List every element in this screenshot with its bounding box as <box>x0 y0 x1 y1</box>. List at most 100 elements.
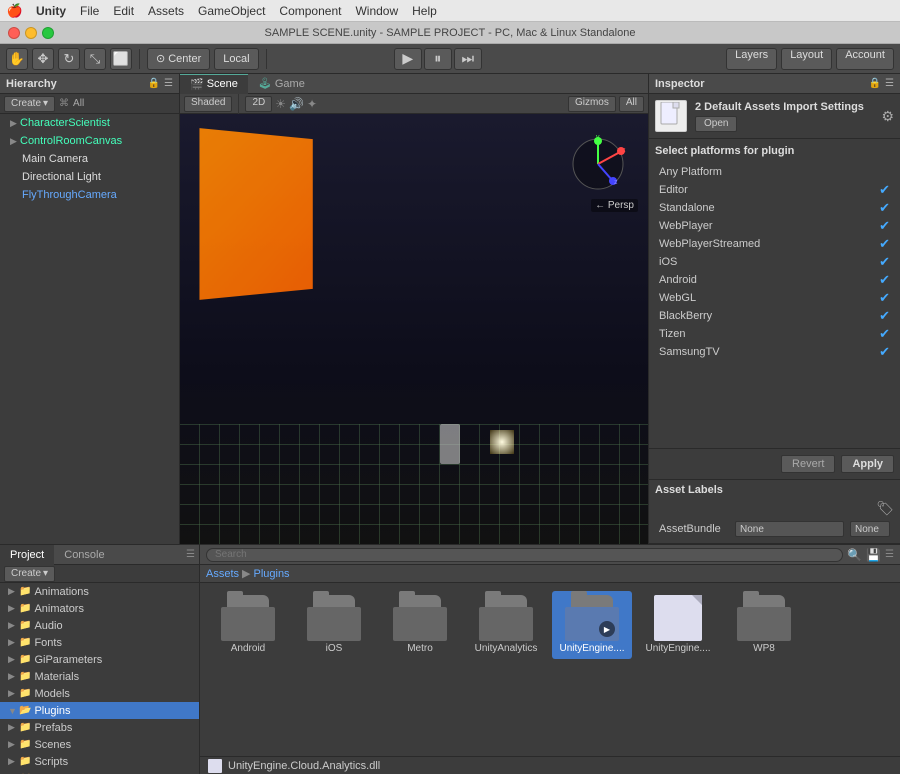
shading-dropdown[interactable]: Shaded <box>184 96 232 112</box>
platform-webgl[interactable]: WebGL ✔ <box>655 289 894 307</box>
folder-models[interactable]: ▶ 📁 Models <box>0 685 199 702</box>
hierarchy-title: Hierarchy <box>6 78 144 90</box>
tab-scene[interactable]: 🎬 Scene <box>180 74 248 94</box>
rect-tool-btn[interactable]: ⬜ <box>110 48 132 70</box>
breadcrumb-assets[interactable]: Assets <box>206 568 239 580</box>
platform-ios[interactable]: iOS ✔ <box>655 253 894 271</box>
folder-giparameters[interactable]: ▶ 📁 GiParameters <box>0 651 199 668</box>
file-item-ios[interactable]: iOS <box>294 591 374 659</box>
move-tool-btn[interactable]: ✥ <box>32 48 54 70</box>
tab-game[interactable]: 🕹 Game <box>248 74 315 94</box>
fx-icon[interactable]: ✦ <box>307 97 317 111</box>
webgl-check: ✔ <box>879 290 890 306</box>
project-panel-icon[interactable]: ☰ <box>186 549 199 560</box>
apply-button[interactable]: Apply <box>841 455 894 473</box>
folder-animations[interactable]: ▶ 📁 Animations <box>0 583 199 600</box>
minimize-button[interactable] <box>25 27 37 39</box>
assetbundle-select-1[interactable]: None <box>735 521 844 537</box>
folder-materials[interactable]: ▶ 📁 Materials <box>0 668 199 685</box>
hierarchy-create-btn[interactable]: Create ▾ <box>4 96 55 112</box>
folder-audio[interactable]: ▶ 📁 Audio <box>0 617 199 634</box>
file-item-wp8[interactable]: WP8 <box>724 591 804 659</box>
scene-viewport[interactable]: y x z ← Persp <box>180 114 648 544</box>
file-item-unityengine1[interactable]: ▶ UnityEngine.... <box>552 591 632 659</box>
assets-search-input[interactable] <box>206 548 843 562</box>
assets-save-icon[interactable]: 💾 <box>866 548 881 562</box>
platform-any[interactable]: Any Platform <box>655 163 894 181</box>
hierarchy-lock-icon[interactable]: 🔒 <box>148 78 160 89</box>
hierarchy-item-controlroomcanvas[interactable]: ▶ ControlRoomCanvas <box>0 132 179 150</box>
inspector-gear-icon[interactable]: ⚙ <box>881 108 894 125</box>
revert-button[interactable]: Revert <box>781 455 835 473</box>
center-toggle-btn[interactable]: ⊙ Center <box>147 48 210 70</box>
2d-toggle[interactable]: 2D <box>245 96 272 112</box>
layers-dropdown[interactable]: Layers <box>726 48 777 70</box>
pause-button[interactable]: ⏸ <box>424 48 452 70</box>
account-dropdown[interactable]: Account <box>836 48 894 70</box>
hierarchy-item-characterscientist[interactable]: ▶ CharacterScientist <box>0 114 179 132</box>
folder-icon: 📁 <box>19 620 31 631</box>
inspector-lock-icon[interactable]: 🔒 <box>869 78 881 89</box>
platform-standalone[interactable]: Standalone ✔ <box>655 199 894 217</box>
hierarchy-item-directionallight[interactable]: Directional Light <box>0 168 179 186</box>
rotate-tool-btn[interactable]: ↻ <box>58 48 80 70</box>
audio-icon[interactable]: 🔊 <box>289 97 304 111</box>
hierarchy-item-flythroughcamera[interactable]: FlyThroughCamera <box>0 186 179 204</box>
apple-icon[interactable]: 🍎 <box>8 4 22 18</box>
search-icon[interactable]: 🔍 <box>847 548 862 562</box>
breadcrumb-plugins[interactable]: Plugins <box>253 568 289 580</box>
menu-component[interactable]: Component <box>279 4 341 18</box>
file-item-metro[interactable]: Metro <box>380 591 460 659</box>
lights-icon[interactable]: ☀ <box>275 97 286 111</box>
assetbundle-select-2[interactable]: None <box>850 521 890 537</box>
scene-sep <box>238 94 239 114</box>
scale-tool-btn[interactable]: ⤡ <box>84 48 106 70</box>
hierarchy-item-maincamera[interactable]: Main Camera <box>0 150 179 168</box>
menu-unity[interactable]: Unity <box>36 4 66 18</box>
platform-samsungtv[interactable]: SamsungTV ✔ <box>655 343 894 361</box>
platform-android[interactable]: Android ✔ <box>655 271 894 289</box>
file-item-unityanalytics[interactable]: UnityAnalytics <box>466 591 546 659</box>
menu-assets[interactable]: Assets <box>148 4 184 18</box>
platform-webplayerstreamed[interactable]: WebPlayerStreamed ✔ <box>655 235 894 253</box>
hierarchy-menu-icon[interactable]: ☰ <box>164 78 173 89</box>
layout-dropdown[interactable]: Layout <box>781 48 832 70</box>
menu-edit[interactable]: Edit <box>113 4 134 18</box>
platform-tizen[interactable]: Tizen ✔ <box>655 325 894 343</box>
gizmos-dropdown[interactable]: Gizmos <box>568 96 616 112</box>
open-button[interactable]: Open <box>695 116 737 132</box>
file-item-unityengine2[interactable]: UnityEngine.... <box>638 591 718 659</box>
all-dropdown[interactable]: All <box>619 96 644 112</box>
files-grid: Android iOS Metro <box>200 583 900 756</box>
menu-window[interactable]: Window <box>355 4 398 18</box>
platform-editor[interactable]: Editor ✔ <box>655 181 894 199</box>
platform-blackberry[interactable]: BlackBerry ✔ <box>655 307 894 325</box>
folder-scripts[interactable]: ▶ 📁 Scripts <box>0 753 199 770</box>
project-create-btn[interactable]: Create ▾ <box>4 566 55 582</box>
close-button[interactable] <box>8 27 20 39</box>
hand-tool-btn[interactable]: ✋ <box>6 48 28 70</box>
platform-webplayer[interactable]: WebPlayer ✔ <box>655 217 894 235</box>
folder-animators[interactable]: ▶ 📁 Animators <box>0 600 199 617</box>
file-label: iOS <box>326 643 343 655</box>
folder-fonts[interactable]: ▶ 📁 Fonts <box>0 634 199 651</box>
file-item-android[interactable]: Android <box>208 591 288 659</box>
folder-prefabs[interactable]: ▶ 📁 Prefabs <box>0 719 199 736</box>
bottom-file-icon <box>208 759 222 773</box>
inspector-menu-icon[interactable]: ☰ <box>885 78 894 89</box>
maximize-button[interactable] <box>42 27 54 39</box>
asset-labels-add-icon[interactable]: 🏷 <box>876 500 894 517</box>
folder-shaders[interactable]: ▶ 📁 Shaders <box>0 770 199 774</box>
play-button[interactable]: ▶ <box>394 48 422 70</box>
menu-file[interactable]: File <box>80 4 99 18</box>
tab-project[interactable]: Project <box>0 545 54 565</box>
assets-menu-icon[interactable]: ☰ <box>885 549 894 560</box>
folder-scenes[interactable]: ▶ 📁 Scenes <box>0 736 199 753</box>
tab-console[interactable]: Console <box>54 545 114 565</box>
local-toggle-btn[interactable]: Local <box>214 48 258 70</box>
folder-plugins[interactable]: ▼ 📂 Plugins <box>0 702 199 719</box>
persp-label[interactable]: ← Persp <box>591 199 638 212</box>
menu-gameobject[interactable]: GameObject <box>198 4 265 18</box>
menu-help[interactable]: Help <box>412 4 437 18</box>
step-button[interactable]: ⏭ <box>454 48 482 70</box>
